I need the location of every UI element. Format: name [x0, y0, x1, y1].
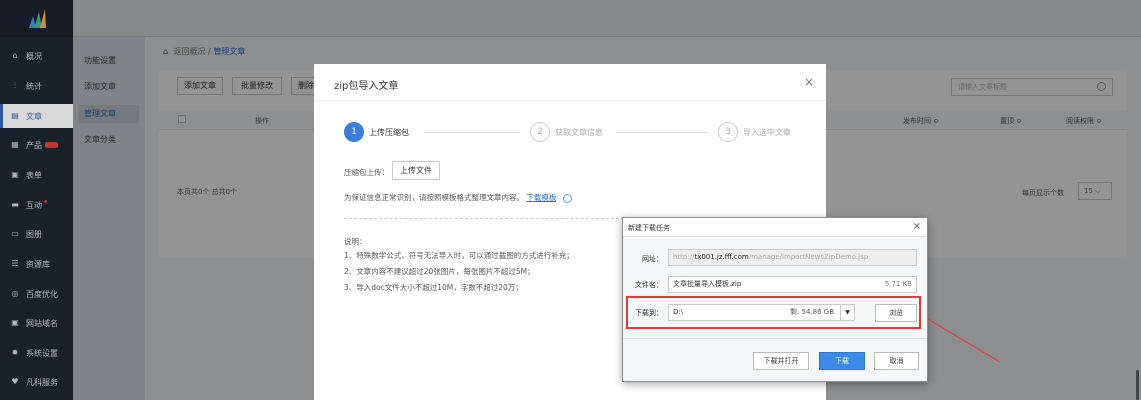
scrollbar-handle[interactable] — [1136, 370, 1139, 400]
annotation-arrow — [927, 318, 1001, 363]
